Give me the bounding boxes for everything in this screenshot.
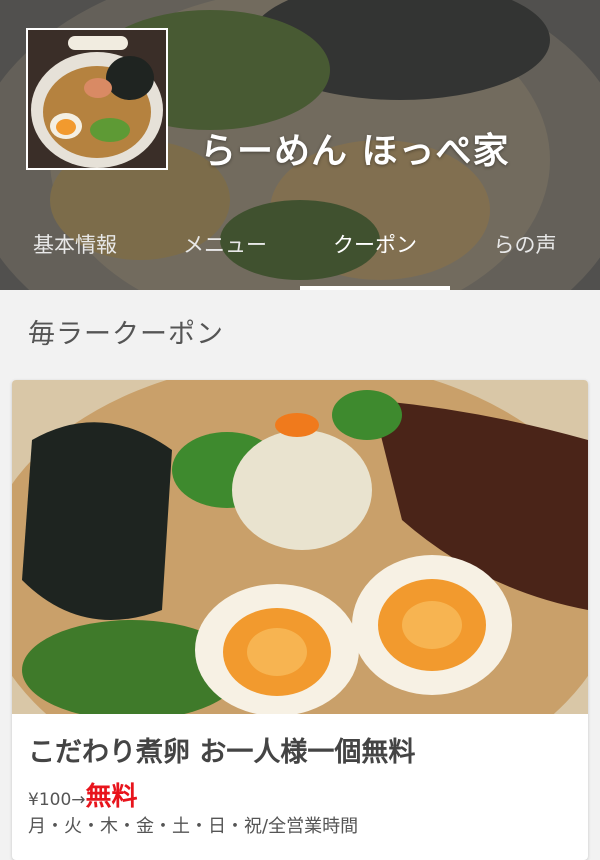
shop-thumbnail-image [28, 30, 166, 168]
tab-bar: 基本情報 メニュー クーポン らの声 [0, 218, 600, 290]
coupon-title: こだわり煮卵 お一人様一個無料 [28, 737, 416, 768]
shop-name: らーめん ほっぺ家 [200, 131, 510, 172]
coupon-discount-price: 無料 [85, 782, 138, 812]
coupon-price: ¥100→無料 [28, 776, 138, 813]
shop-thumbnail [26, 28, 168, 170]
tab-coupon[interactable]: クーポン [300, 218, 450, 290]
coupon-valid-days: 月・火・木・金・土・日・祝/全営業時間 [28, 816, 359, 837]
coupon-original-price: ¥100→ [28, 790, 86, 810]
shop-header: らーめん ほっぺ家 基本情報 メニュー クーポン らの声 [0, 0, 600, 290]
tab-menu[interactable]: メニュー [150, 218, 300, 290]
section-title: 毎ラークーポン [28, 319, 224, 350]
tab-basic-info[interactable]: 基本情報 [0, 218, 150, 290]
tab-reviews[interactable]: らの声 [450, 218, 600, 290]
coupon-photo [12, 380, 588, 714]
coupon-card[interactable]: こだわり煮卵 お一人様一個無料 ¥100→無料 月・火・木・金・土・日・祝/全営… [12, 380, 588, 860]
active-tab-indicator [300, 286, 450, 290]
